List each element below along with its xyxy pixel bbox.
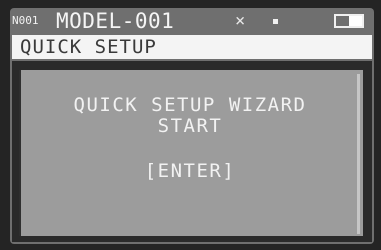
status-bar: N001 MODEL-001 × <box>10 8 374 34</box>
trim-x-icon: × <box>235 11 246 31</box>
enter-button[interactable]: [ENTER] <box>21 160 359 182</box>
scrollbar[interactable] <box>357 74 360 234</box>
wizard-title: QUICK SETUP WIZARD <box>73 94 307 116</box>
battery-icon <box>334 14 364 28</box>
wizard-subtitle: START <box>157 115 223 137</box>
model-name: MODEL-001 <box>56 9 175 33</box>
battery-level-fill <box>349 16 362 26</box>
lcd-screen: N001 MODEL-001 × QUICK SETUP QUICK SETUP… <box>10 8 374 244</box>
page-title: QUICK SETUP <box>20 36 157 58</box>
signal-dot-icon <box>273 19 278 24</box>
device-bezel: N001 MODEL-001 × QUICK SETUP QUICK SETUP… <box>0 0 381 250</box>
model-id: N001 <box>12 14 39 27</box>
dialog-frame: QUICK SETUP WIZARD START [ENTER] <box>12 61 372 242</box>
title-bar: QUICK SETUP <box>12 35 372 59</box>
wizard-dialog: QUICK SETUP WIZARD START [ENTER] <box>19 70 363 236</box>
